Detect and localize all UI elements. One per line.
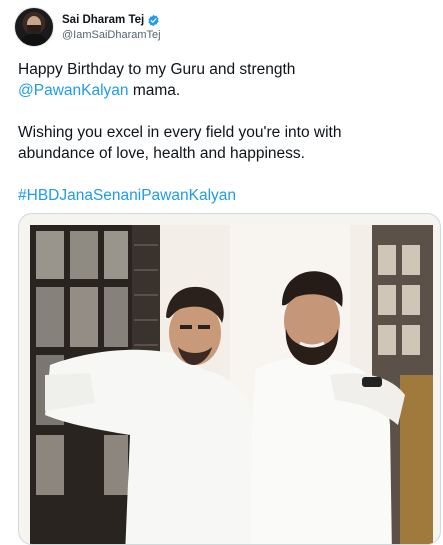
tweet-photo[interactable] (30, 225, 433, 544)
tweet-text: Happy Birthday to my Guru and strength @… (18, 59, 433, 206)
hashtag-link[interactable]: #HBDJanaSenaniPawanKalyan (18, 187, 236, 204)
handle[interactable]: @IamSaiDharamTej (62, 29, 161, 41)
author-info: Sai Dharam Tej @IamSaiDharamTej (62, 14, 161, 41)
mention-link[interactable]: @PawanKalyan (18, 82, 129, 99)
author-name-row: Sai Dharam Tej (62, 14, 161, 27)
verified-badge-icon (148, 14, 159, 26)
avatar[interactable] (14, 7, 54, 47)
tweet: Sai Dharam Tej @IamSaiDharamTej Happy Bi… (0, 0, 443, 545)
display-name[interactable]: Sai Dharam Tej (62, 14, 144, 26)
tweet-line-5: #HBDJanaSenaniPawanKalyan (18, 185, 433, 206)
avatar-beard (27, 25, 41, 34)
tweet-line-2: @PawanKalyan mama. (18, 80, 433, 101)
tweet-line-3: Wishing you excel in every field you're … (18, 124, 342, 141)
tweet-line-1: Happy Birthday to my Guru and strength (18, 61, 296, 78)
media-card[interactable] (18, 213, 441, 545)
tweet-header: Sai Dharam Tej @IamSaiDharamTej (14, 6, 161, 48)
mention-suffix: mama. (128, 82, 181, 99)
photo-illustration (30, 225, 433, 544)
tweet-line-4: abundance of love, health and happiness. (18, 145, 305, 162)
avatar-body (20, 34, 48, 46)
